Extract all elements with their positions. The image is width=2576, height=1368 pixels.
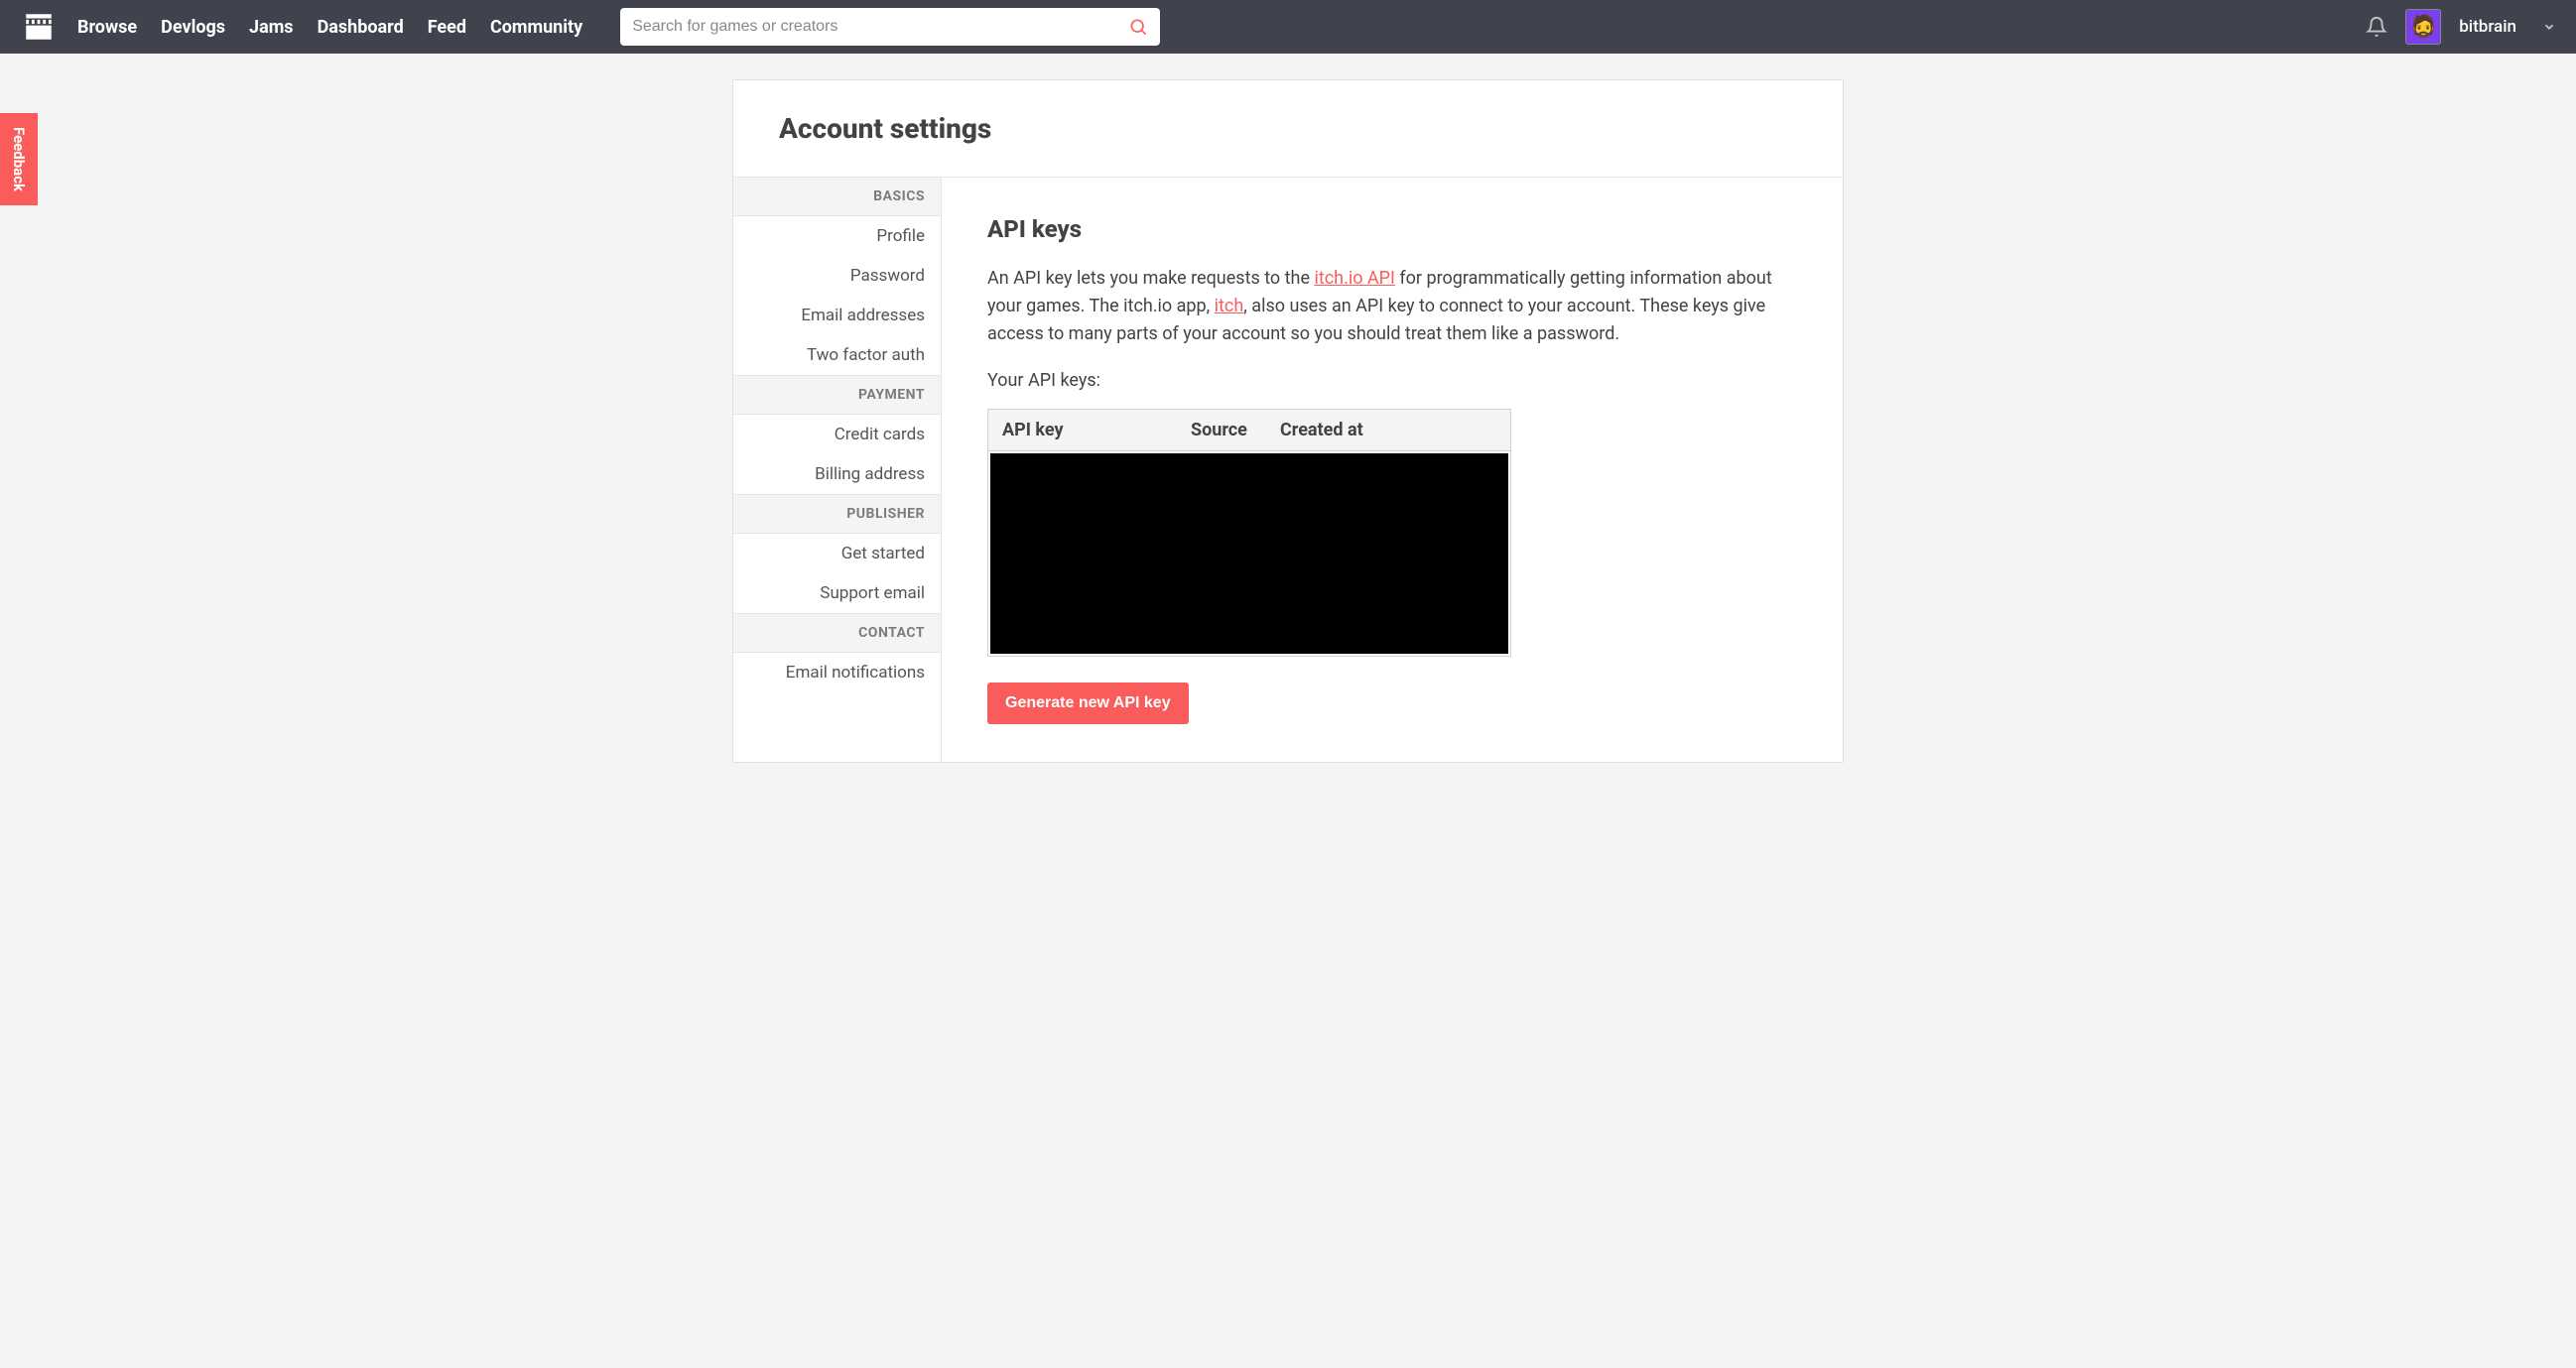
search-input[interactable] (632, 18, 1128, 36)
content-wrap: BASICS Profile Password Email addresses … (733, 178, 1843, 762)
main-heading: API keys (987, 215, 1797, 243)
page-title: Account settings (779, 112, 1797, 145)
sidebar-item-support-email[interactable]: Support email (733, 573, 941, 613)
sidebar-header-publisher: PUBLISHER (733, 494, 941, 534)
chevron-down-icon[interactable] (2542, 20, 2556, 34)
nav-community[interactable]: Community (490, 17, 582, 38)
site-header: Browse Devlogs Jams Dashboard Feed Commu… (0, 0, 2576, 54)
sidebar-header-payment: PAYMENT (733, 375, 941, 415)
header-right: 🧔 bitbrain (2366, 9, 2556, 45)
bell-icon[interactable] (2366, 16, 2387, 38)
sidebar: BASICS Profile Password Email addresses … (733, 178, 942, 762)
username[interactable]: bitbrain (2459, 17, 2516, 37)
sidebar-section-contact: CONTACT Email notifications (733, 613, 941, 692)
sidebar-section-publisher: PUBLISHER Get started Support email (733, 494, 941, 613)
sidebar-header-contact: CONTACT (733, 613, 941, 653)
search-icon[interactable] (1128, 17, 1148, 37)
th-source: Source (1191, 420, 1280, 440)
nav-dashboard[interactable]: Dashboard (318, 17, 404, 38)
settings-container: Account settings BASICS Profile Password… (732, 79, 1844, 763)
sidebar-item-get-started[interactable]: Get started (733, 534, 941, 573)
nav-feed[interactable]: Feed (428, 17, 466, 38)
th-api-key: API key (1002, 420, 1191, 440)
nav-links: Browse Devlogs Jams Dashboard Feed Commu… (77, 17, 582, 38)
generate-api-key-button[interactable]: Generate new API key (987, 683, 1189, 724)
th-created-at: Created at (1280, 420, 1496, 440)
api-description: An API key lets you make requests to the… (987, 265, 1797, 348)
sidebar-item-two-factor[interactable]: Two factor auth (733, 335, 941, 375)
sidebar-item-billing-address[interactable]: Billing address (733, 454, 941, 494)
sidebar-item-profile[interactable]: Profile (733, 216, 941, 256)
sidebar-item-password[interactable]: Password (733, 256, 941, 296)
sidebar-item-email-notifications[interactable]: Email notifications (733, 653, 941, 692)
table-header: API key Source Created at (988, 410, 1510, 451)
keys-label: Your API keys: (987, 370, 1797, 391)
feedback-tab[interactable]: Feedback (0, 113, 38, 205)
sidebar-section-basics: BASICS Profile Password Email addresses … (733, 178, 941, 375)
table-body-redacted (988, 451, 1510, 656)
sidebar-header-basics: BASICS (733, 178, 941, 216)
sidebar-item-email-addresses[interactable]: Email addresses (733, 296, 941, 335)
search-box[interactable] (620, 8, 1160, 46)
itch-app-link[interactable]: itch (1215, 296, 1244, 316)
sidebar-section-payment: PAYMENT Credit cards Billing address (733, 375, 941, 494)
nav-browse[interactable]: Browse (77, 17, 137, 38)
nav-jams[interactable]: Jams (249, 17, 294, 38)
nav-devlogs[interactable]: Devlogs (161, 17, 225, 38)
main-content: API keys An API key lets you make reques… (942, 178, 1843, 762)
page-header: Account settings (733, 80, 1843, 178)
sidebar-item-credit-cards[interactable]: Credit cards (733, 415, 941, 454)
itchio-api-link[interactable]: itch.io API (1314, 268, 1394, 289)
avatar[interactable]: 🧔 (2405, 9, 2441, 45)
api-keys-table: API key Source Created at (987, 409, 1511, 657)
itch-logo[interactable] (20, 10, 58, 44)
